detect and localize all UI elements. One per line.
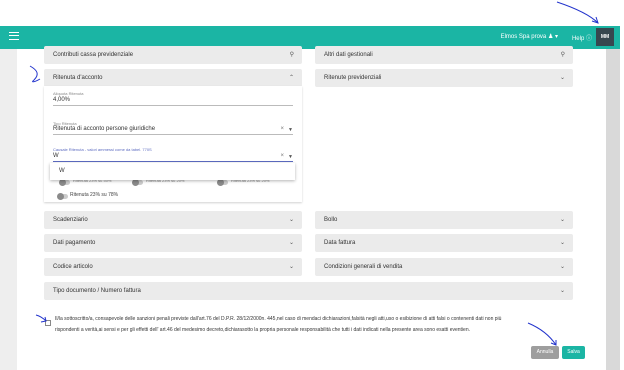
annotation-arrow-avatar (556, 1, 599, 24)
annotation-arrow-checkbox (35, 314, 47, 322)
annotation-arrow-save (527, 322, 557, 346)
annotation-arrow-ritenuta (29, 65, 41, 83)
annotation-arrowhead (550, 340, 557, 346)
annotation-overlay (29, 1, 599, 346)
